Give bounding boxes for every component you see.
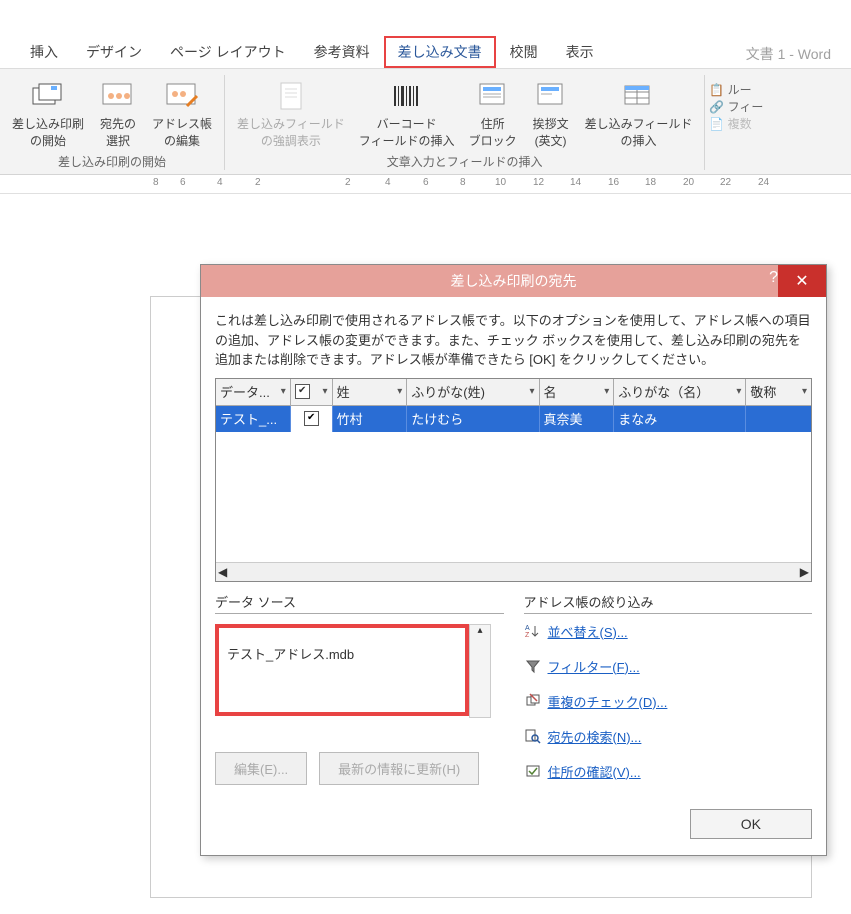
btn-label: 差し込み印刷 の開始 [12,115,84,149]
tab-review[interactable]: 校閲 [496,36,552,68]
tab-insert[interactable]: 挿入 [16,36,72,68]
document-icon [271,77,311,115]
ribbon: 差し込み印刷 の開始 宛先の 選択 アドレス帳 の編集 差し込み印刷の開始 [0,69,851,175]
datasource-label: データ ソース [215,592,504,611]
rules-button[interactable]: 📋 ルー [709,81,763,98]
ribbon-side-items: 📋 ルー 🔗 フィー 📄 複数 [705,75,767,170]
datasource-fieldset: データ ソース テスト_アドレス.mdb ▴ 編集(E)... 最新の情報に更新… [215,592,504,789]
cell-checkbox[interactable]: ✔ [291,406,333,432]
col-furigana-first[interactable]: ふりがな（名）▾ [614,379,746,406]
help-button[interactable]: ? [769,269,778,287]
btn-label: 宛先の 選択 [100,115,136,149]
link-label: 重複のチェック(D)... [548,692,668,711]
ribbon-tabs: 挿入 デザイン ページ レイアウト 参考資料 差し込み文書 校閲 表示 [0,36,851,69]
mail-merge-recipients-dialog: 差し込み印刷の宛先 ? ✕ これは差し込み印刷で使用されるアドレス帳です。以下の… [200,264,827,856]
barcode-button[interactable]: バーコード フィールドの挿入 [353,75,461,151]
grid-blank [216,432,811,562]
grid-row[interactable]: テスト_... ✔ 竹村 たけむら 真奈美 まなみ [216,406,811,432]
cell-firstname: 真奈美 [540,406,615,432]
scroll-right-icon[interactable]: ▶ [800,565,809,579]
tab-design[interactable]: デザイン [72,36,156,68]
address-icon [473,77,513,115]
barcode-icon [387,77,427,115]
sort-icon: AZ [524,622,542,640]
ribbon-group-label-start: 差し込み印刷の開始 [58,151,166,170]
ruler: 8642 2468 10121416 18202224 [0,175,851,194]
tab-layout[interactable]: ページ レイアウト [156,36,300,68]
filter-link[interactable]: フィルター(F)... [524,649,813,684]
tab-view[interactable]: 表示 [552,36,608,68]
edit-datasource-button: 編集(E)... [215,752,307,785]
tab-reference[interactable]: 参考資料 [300,36,384,68]
cell-lastname: 竹村 [333,406,408,432]
link-label: 宛先の検索(N)... [548,727,642,746]
filter-fieldset: アドレス帳の絞り込み AZ 並べ替え(S)... フィルター(F)... [524,592,813,789]
link-label: フィルター(F)... [548,657,640,676]
tab-mailings[interactable]: 差し込み文書 [384,36,496,68]
cell-honorific [746,406,811,432]
people-edit-icon [162,77,202,115]
dialog-description: これは差し込み印刷で使用されるアドレス帳です。以下のオプションを使用して、アドレ… [215,311,812,370]
insert-merge-field-button[interactable]: 差し込みフィールド の挿入 [579,75,699,151]
validate-address-link[interactable]: 住所の確認(V)... [524,754,813,789]
col-lastname[interactable]: 姓▾ [333,379,408,406]
envelope-icon [28,77,68,115]
cell-datasource: テスト_... [216,406,291,432]
validate-icon [524,762,542,780]
people-icon [98,77,138,115]
btn-label: 挨拶文 (英文) [533,115,569,149]
duplicates-icon [524,692,542,710]
highlight-fields-button: 差し込みフィールド の強調表示 [231,75,351,151]
greeting-icon [531,77,571,115]
sort-link[interactable]: AZ 並べ替え(S)... [524,614,813,649]
datasource-scrollbar[interactable]: ▴ [469,624,491,718]
cell-furigana-first: まなみ [614,406,746,432]
scroll-left-icon[interactable]: ◀ [218,565,227,579]
select-recipients-button[interactable]: 宛先の 選択 [92,75,144,151]
recipients-grid: データ...▾ ✔▾ 姓▾ ふりがな(姓)▾ 名▾ ふりがな（名）▾ 敬称▾ テ… [215,378,812,582]
col-datasource[interactable]: データ...▾ [216,379,291,406]
svg-text:A: A [525,625,530,632]
grid-scrollbar[interactable]: ◀ ▶ [216,562,811,581]
search-icon [524,727,542,745]
table-icon [618,77,658,115]
close-button[interactable]: ✕ [778,265,826,297]
datasource-listbox[interactable]: テスト_アドレス.mdb [215,624,469,716]
duplicates-link[interactable]: 重複のチェック(D)... [524,684,813,719]
start-mail-merge-button[interactable]: 差し込み印刷 の開始 [6,75,90,151]
col-firstname[interactable]: 名▾ [540,379,615,406]
dialog-title: 差し込み印刷の宛先 [451,271,577,291]
col-checkbox[interactable]: ✔▾ [291,379,333,406]
col-honorific[interactable]: 敬称▾ [746,379,811,406]
btn-label: アドレス帳 の編集 [152,115,212,149]
update-labels-button[interactable]: 📄 複数 [709,115,763,132]
link-label: 並べ替え(S)... [548,622,628,641]
btn-label: バーコード フィールドの挿入 [359,115,455,149]
ok-button[interactable]: OK [690,809,812,839]
ribbon-group-label-fields: 文章入力とフィールドの挿入 [387,151,543,170]
scroll-up-icon[interactable]: ▴ [477,625,482,636]
match-fields-button[interactable]: 🔗 フィー [709,98,763,115]
link-label: 住所の確認(V)... [548,762,641,781]
edit-recipient-list-button[interactable]: アドレス帳 の編集 [146,75,218,151]
find-recipient-link[interactable]: 宛先の検索(N)... [524,719,813,754]
app-title: 文書 1 - Word [746,44,831,64]
svg-text:Z: Z [525,632,530,639]
btn-label: 住所 ブロック [469,115,517,149]
cell-furigana-last: たけむら [407,406,539,432]
address-block-button[interactable]: 住所 ブロック [463,75,523,151]
filter-label: アドレス帳の絞り込み [524,592,813,611]
filter-icon [524,657,542,675]
dialog-titlebar: 差し込み印刷の宛先 ? ✕ [201,265,826,297]
btn-label: 差し込みフィールド の強調表示 [237,115,345,149]
refresh-button: 最新の情報に更新(H) [319,752,479,785]
datasource-file: テスト_アドレス.mdb [227,647,354,662]
grid-header-row: データ...▾ ✔▾ 姓▾ ふりがな(姓)▾ 名▾ ふりがな（名）▾ 敬称▾ [216,379,811,406]
greeting-button[interactable]: 挨拶文 (英文) [525,75,577,151]
btn-label: 差し込みフィールド の挿入 [585,115,693,149]
col-furigana-last[interactable]: ふりがな(姓)▾ [407,379,539,406]
